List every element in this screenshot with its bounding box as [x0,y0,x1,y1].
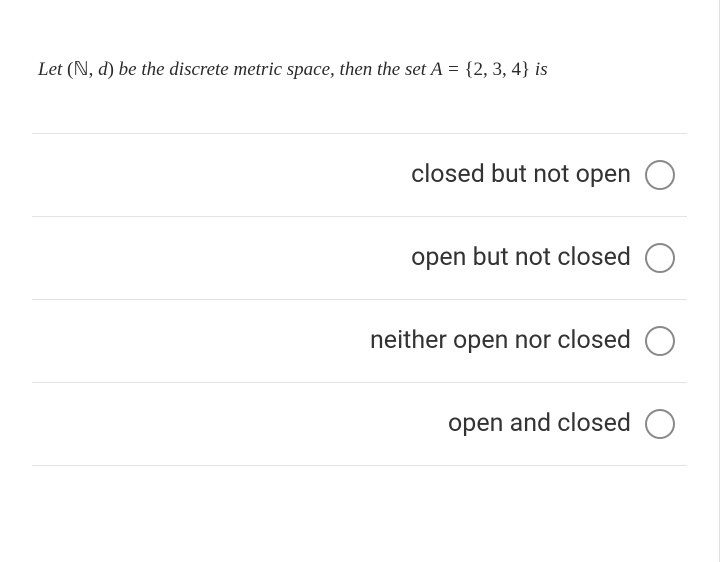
radio-icon[interactable] [645,409,675,439]
radio-icon[interactable] [645,326,675,356]
option-label: neither open nor closed [370,326,631,355]
brace-close: } [521,59,535,80]
radio-icon[interactable] [645,160,675,190]
option-row[interactable]: open and closed [32,382,687,466]
brace-open: { [464,59,473,80]
option-row[interactable]: neither open nor closed [32,299,687,382]
question-text-prefix: Let [38,59,67,80]
natural-numbers-symbol: ℕ [73,59,88,80]
option-row[interactable]: closed but not open [32,133,687,216]
options-list: closed but not open open but not closed … [0,133,719,490]
paren-close: ) [108,59,119,80]
option-label: closed but not open [411,160,631,189]
set-lhs: A = [431,59,465,80]
sep: , [89,59,99,80]
option-row[interactable]: open but not closed [32,216,687,299]
option-label: open and closed [448,409,631,438]
set-values: 2, 3, 4 [474,59,522,80]
radio-icon[interactable] [645,243,675,273]
metric-var: d [98,59,108,80]
question-prompt: Let (ℕ, d) be the discrete metric space,… [0,0,719,133]
question-text-mid: be the discrete metric space, then the s… [119,59,431,80]
question-text-suffix: is [535,59,548,80]
option-label: open but not closed [411,243,631,272]
